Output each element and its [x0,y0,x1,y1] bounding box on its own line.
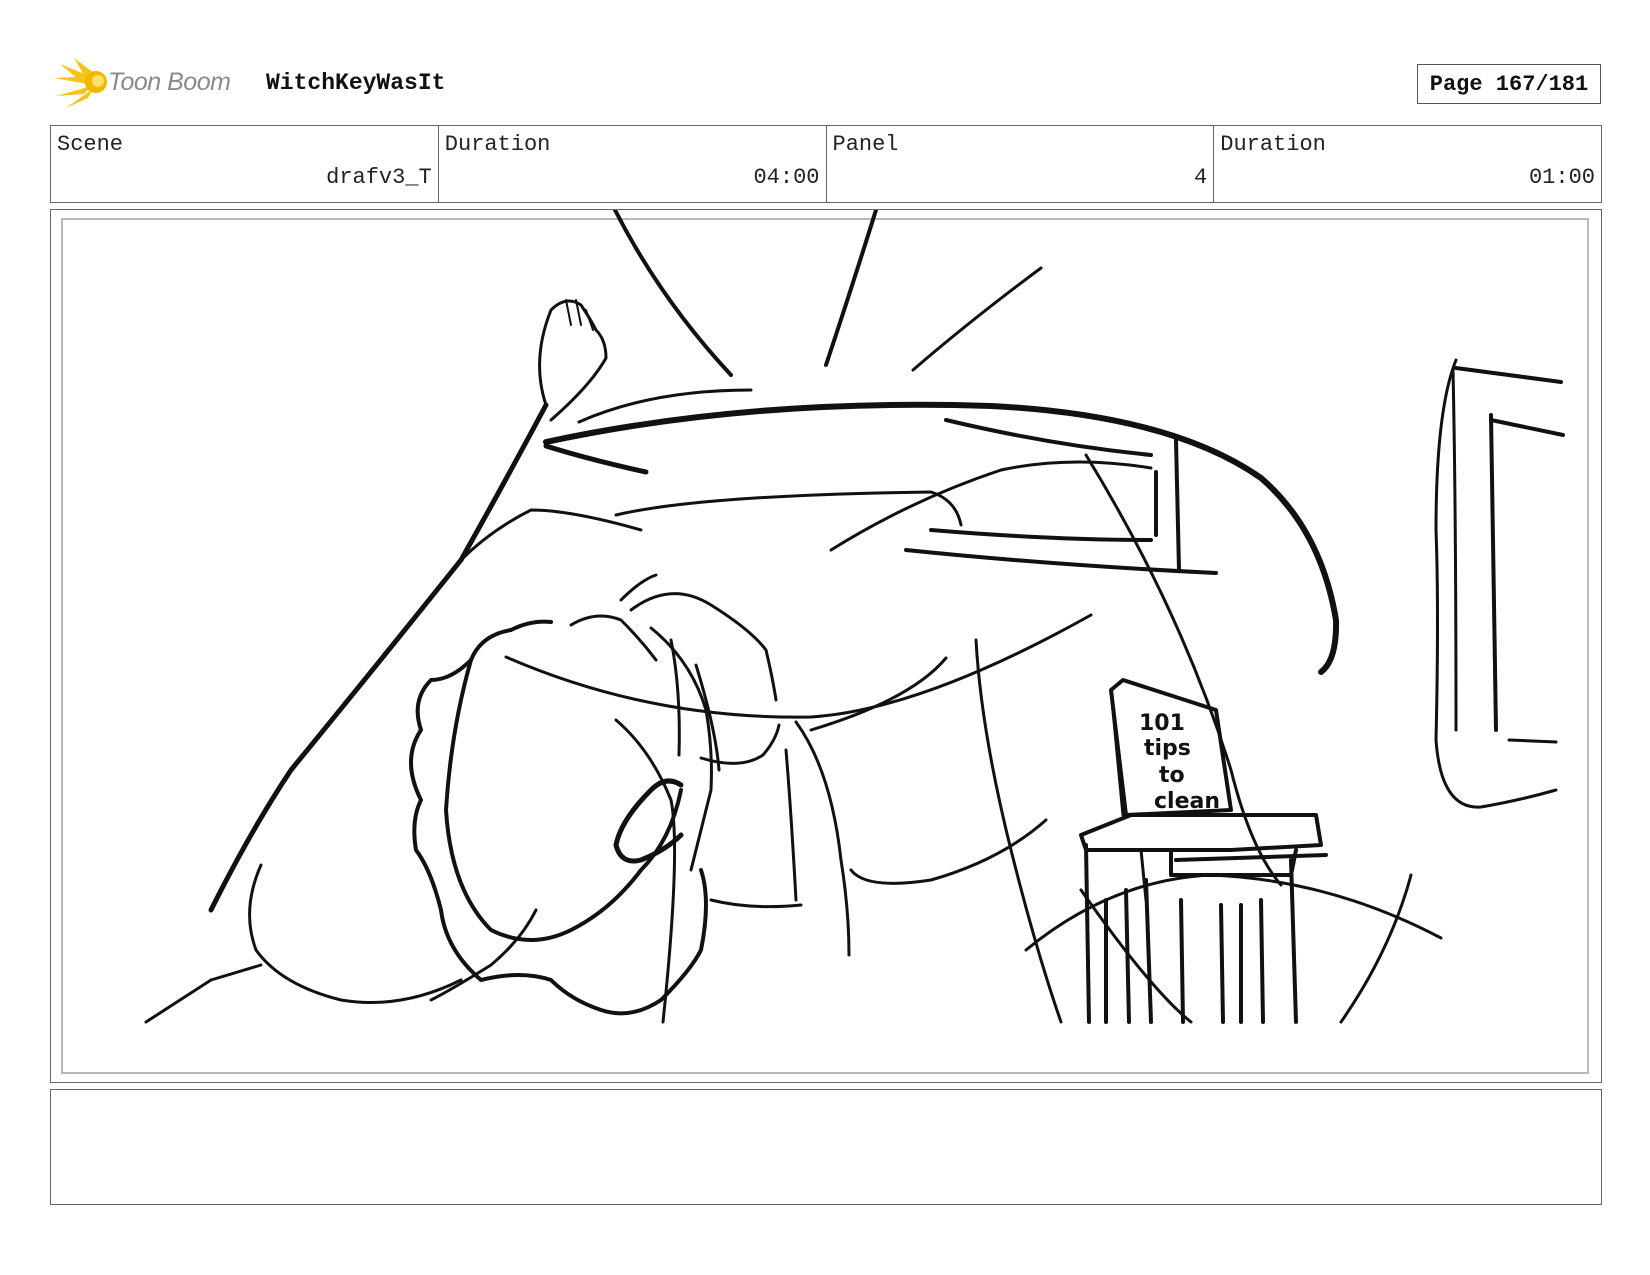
book-text-line-3: to [1159,763,1185,788]
panel-duration-value: 01:00 [1528,165,1595,190]
panel-duration-cell: Duration 01:00 [1214,126,1601,202]
book-text-line-4: clean [1154,789,1220,814]
project-title: WitchKeyWasIt [266,70,446,96]
scene-info-table: Scene drafv3_T Duration 04:00 Panel 4 Du… [50,125,1602,203]
scene-label: Scene [57,132,124,157]
brand-name: Toon Boom [108,68,231,96]
storyboard-panel: 101 tips to clean [50,209,1602,1083]
page-indicator: Page 167/181 [1417,64,1601,104]
scene-duration-cell: Duration 04:00 [439,126,827,202]
scene-duration-value: 04:00 [753,165,820,190]
book-text-line-2: tips [1144,736,1191,761]
panel-notes-box [50,1089,1602,1205]
book-text-line-1: 101 [1139,711,1185,736]
panel-cell: Panel 4 [827,126,1215,202]
scene-cell: Scene drafv3_T [51,126,439,202]
scene-value: drafv3_T [326,165,432,190]
panel-duration-label: Duration [1220,132,1326,157]
panel-sketch-drawing: 101 tips to clean [144,210,1565,1024]
panel-label: Panel [832,132,899,157]
panel-value: 4 [1194,165,1208,190]
scene-duration-label: Duration [444,132,551,157]
